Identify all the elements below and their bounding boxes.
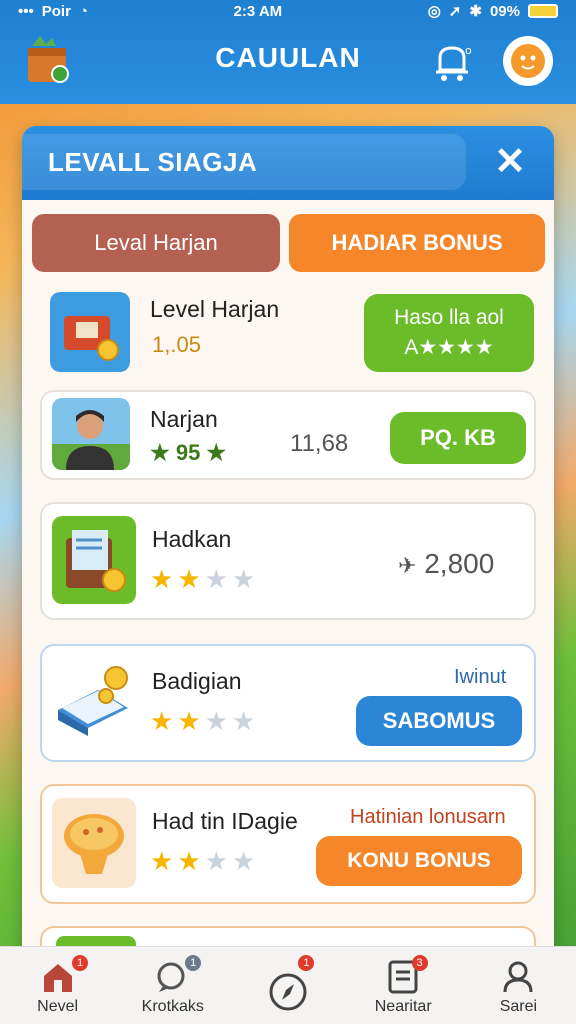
alarm-icon: ◎ (427, 3, 441, 20)
star-filled-icon: ★ (177, 564, 201, 594)
modal-title: LEVALL SIAGJA (22, 134, 466, 190)
star-empty-icon: ★ (231, 706, 256, 736)
row-name: Had tin IDagie (152, 808, 298, 834)
star-rating: ★ ★ ★ ★ (150, 706, 255, 737)
row-name: Hadkan (152, 526, 232, 552)
app-title: CAUULAN (215, 42, 361, 73)
star-empty-icon: ★ (231, 846, 256, 876)
notification-badge: 3 (411, 955, 428, 971)
star-empty-icon: ★ (231, 564, 256, 594)
nav-item-nearitar[interactable]: 3 Nearitar (346, 947, 461, 1024)
star-rating: ★ ★ ★ ★ (150, 564, 255, 595)
carrier-label: Poir (41, 2, 71, 20)
battery-icon (527, 4, 558, 18)
claim-button[interactable]: Haso lla aol A★★★★ (364, 294, 534, 372)
clock: 2:3 AM (233, 2, 283, 20)
nav-label: Nearitar (374, 998, 432, 1015)
star-rating: ★ ★ ★ ★ (150, 846, 255, 877)
row-name: Badigian (152, 668, 242, 694)
document-coin-icon (52, 516, 136, 604)
battery-percent: 09% (489, 2, 520, 20)
svg-text:o: o (465, 44, 472, 57)
star-filled-icon: ★ (177, 846, 201, 876)
profile-icon (503, 961, 533, 993)
pq-kb-button[interactable]: PQ. KB (390, 412, 526, 464)
notification-badge: 1 (185, 955, 202, 971)
notification-badge: 1 (72, 955, 88, 971)
row-value: 11,68 (290, 430, 349, 457)
home-icon (43, 964, 72, 992)
compass-icon (269, 973, 307, 1011)
row-value-text: 2,800 (424, 548, 495, 579)
signal-icon: ••• (18, 2, 34, 20)
nav-label: Sarei (499, 998, 538, 1015)
modal-header: LEVALL SIAGJA ✕ (22, 126, 554, 200)
tab-hadiar-bonus[interactable]: HADIAR BONUS (289, 214, 545, 272)
star-filled-icon: ★ (177, 706, 201, 736)
list-item[interactable]: Badigian ★ ★ ★ ★ Iwinut SABOMUS (40, 644, 536, 762)
modal-tabs: Leval Harjan HADIAR BONUS (32, 214, 545, 272)
notification-badge: 1 (298, 955, 315, 971)
sabomus-button[interactable]: SABOMUS (356, 696, 522, 746)
nav-item-sarei[interactable]: Sarei (461, 947, 576, 1024)
nav-label: Krotkaks (141, 998, 204, 1015)
avatar-face-icon (511, 44, 545, 78)
wifi-icon: ◔ (78, 2, 89, 20)
tab-leval-harjan[interactable]: Leval Harjan (32, 214, 280, 272)
list-item[interactable]: Narjan ★ 95 ★ 11,68 PQ. KB (40, 390, 536, 480)
status-bar: ••• Poir ◔ 2:3 AM ◎ ➚ ✱ 09% (0, 0, 576, 22)
star-empty-icon: ★ (204, 706, 228, 736)
list-item[interactable]: Level Harjan 1,.05 Haso lla aol A★★★★ (40, 284, 536, 376)
star-filled-icon: ★ (150, 846, 174, 876)
nav-item-compass[interactable]: 1 (230, 947, 345, 1024)
location-icon: ➚ (448, 3, 462, 20)
nav-item-krotkaks[interactable]: 1 Krotkaks (115, 947, 230, 1024)
list-item[interactable]: Had tin IDagie ★ ★ ★ ★ Hatinian lonusarn… (40, 784, 536, 904)
row-score: ★ 95 ★ (150, 440, 227, 465)
row-label: Hatinian lonusarn (350, 806, 506, 828)
profile-avatar[interactable] (503, 36, 553, 86)
row-value: 1,.05 (152, 332, 201, 357)
treasure-chest-icon (50, 292, 130, 372)
close-icon[interactable]: ✕ (492, 143, 528, 181)
nav-label: Nevel (37, 998, 79, 1015)
row-value: ✈ 2,800 (398, 548, 494, 580)
konu-bonus-button[interactable]: KONU BONUS (316, 836, 522, 886)
star-filled-icon: ★ (150, 564, 174, 594)
bottom-nav: 1 Nevel 1 Krotkaks 1 3 Nearitar Sarei (0, 946, 576, 1024)
app-header: ••• Poir ◔ 2:3 AM ◎ ➚ ✱ 09% CAUULAN o (0, 0, 576, 104)
plane-icon: ✈ (398, 553, 417, 578)
row-label: Iwinut (454, 666, 507, 688)
player-avatar-icon (52, 398, 130, 470)
book-coin-icon (58, 666, 128, 736)
list-item[interactable]: Hadkan ★ ★ ★ ★ ✈ 2,800 (40, 502, 536, 620)
row-name: Narjan (150, 406, 218, 432)
notification-bell-icon[interactable]: o (432, 42, 474, 82)
level-modal: LEVALL SIAGJA ✕ Leval Harjan HADIAR BONU… (22, 126, 554, 1024)
star-empty-icon: ★ (204, 846, 228, 876)
star-filled-icon: ★ (150, 706, 174, 736)
pizza-trophy-icon (52, 798, 136, 888)
star-empty-icon: ★ (204, 564, 228, 594)
nav-item-nevel[interactable]: 1 Nevel (0, 947, 115, 1024)
row-name: Level Harjan (150, 296, 280, 322)
claim-button-label: Haso lla aol A★★★★ (394, 306, 504, 359)
bluetooth-icon: ✱ (469, 3, 482, 20)
